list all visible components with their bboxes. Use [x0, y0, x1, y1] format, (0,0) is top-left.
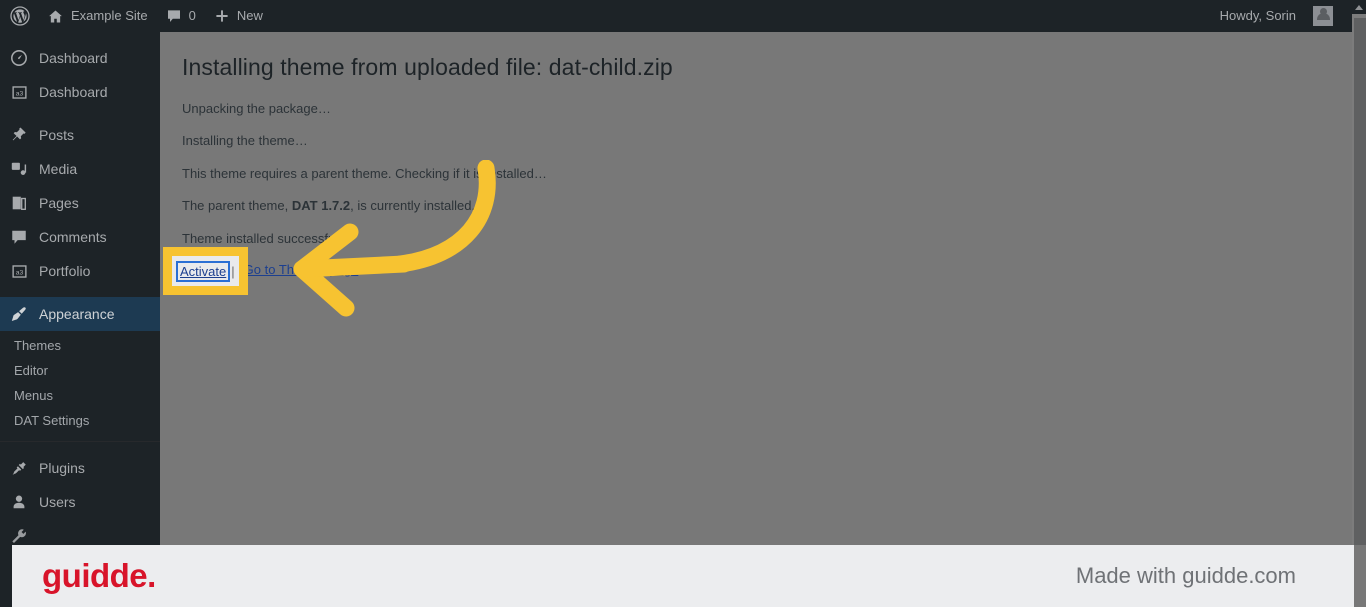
- sidebar-subitem-dat-settings[interactable]: DAT Settings: [0, 408, 160, 433]
- wordpress-logo-icon: [10, 6, 30, 26]
- sidebar-item-plugins[interactable]: Plugins: [0, 451, 160, 485]
- log-line-success: Theme installed successfully.: [182, 231, 351, 246]
- media-icon: [9, 159, 29, 179]
- activate-highlight-inner: Activate |: [172, 256, 239, 286]
- sidebar-subitem-themes[interactable]: Themes: [0, 333, 160, 358]
- admin-bar-left: Example Site 0 New: [0, 0, 272, 32]
- howdy-label: Howdy, Sorin: [1219, 8, 1296, 23]
- sidebar-item-label: Dashboard: [39, 84, 108, 100]
- log-line-unpacking: Unpacking the package…: [182, 101, 331, 116]
- sidebar-item-comments[interactable]: Comments: [0, 220, 160, 254]
- user-icon: [9, 492, 29, 512]
- new-content-menu[interactable]: New: [205, 0, 272, 32]
- admin-sidebar: Dashboard a3 Dashboard Posts Media Pages…: [0, 32, 168, 607]
- log-line-installing: Installing the theme…: [182, 133, 308, 148]
- activate-highlight-box: Activate |: [163, 247, 248, 295]
- svg-text:a3: a3: [15, 269, 23, 276]
- admin-bar: Example Site 0 New Howdy, Sorin: [0, 0, 1352, 32]
- log-line-parent-check: This theme requires a parent theme. Chec…: [182, 166, 547, 181]
- log-text-after: , is currently installed.: [350, 198, 476, 213]
- pin-icon: [9, 125, 29, 145]
- sidebar-item-label: Portfolio: [39, 263, 91, 279]
- sidebar-item-pages[interactable]: Pages: [0, 186, 160, 220]
- sidebar-divider-2: [0, 288, 160, 297]
- guidde-footer: guidde. Made with guidde.com: [12, 545, 1354, 607]
- sidebar-item-media[interactable]: Media: [0, 152, 160, 186]
- paintbrush-icon: [9, 304, 29, 324]
- home-icon: [47, 8, 64, 25]
- screen: Example Site 0 New Howdy, Sorin Dashboar…: [0, 0, 1366, 607]
- a3-block-icon: a3: [9, 82, 29, 102]
- guidde-logo: guidde.: [42, 557, 156, 594]
- activate-link-highlighted[interactable]: Activate: [175, 260, 231, 282]
- sidebar-subitem-editor[interactable]: Editor: [0, 358, 160, 383]
- user-avatar-icon: [1313, 6, 1333, 26]
- comment-bubble-icon: [166, 8, 182, 24]
- site-name-label: Example Site: [71, 8, 148, 23]
- dashboard-gauge-icon: [9, 48, 29, 68]
- made-with-guidde-label: Made with guidde.com: [1075, 563, 1296, 588]
- go-to-themes-link[interactable]: Go to Themes page: [244, 262, 359, 277]
- sidebar-item-label: Media: [39, 161, 78, 177]
- page-scrollbar[interactable]: [1352, 0, 1366, 545]
- scrollbar-thumb[interactable]: [1354, 18, 1366, 545]
- sidebar-item-posts[interactable]: Posts: [0, 118, 160, 152]
- parent-theme-version: DAT 1.7.2: [291, 198, 351, 213]
- sidebar-item-label: Appearance: [39, 306, 115, 322]
- sidebar-item-label: Dashboard: [39, 50, 108, 66]
- tools-wrench-icon: [9, 526, 29, 546]
- new-content-label: New: [236, 8, 263, 23]
- wordpress-logo-button[interactable]: [0, 0, 38, 32]
- page-title: Installing theme from uploaded file: dat…: [182, 54, 673, 80]
- sidebar-item-label: Comments: [39, 229, 107, 245]
- sidebar-item-dashboard-a3[interactable]: a3 Dashboard: [0, 75, 160, 109]
- main-content: Installing theme from uploaded file: dat…: [160, 32, 1352, 607]
- sidebar-item-appearance[interactable]: Appearance: [0, 297, 168, 331]
- sidebar-item-label: Plugins: [39, 460, 85, 476]
- svg-text:a3: a3: [15, 90, 23, 97]
- my-account-menu[interactable]: Howdy, Sorin: [1211, 0, 1342, 32]
- plus-icon: [214, 8, 230, 24]
- scroll-up-arrow-icon[interactable]: [1352, 0, 1366, 14]
- admin-bar-right: Howdy, Sorin: [1211, 0, 1352, 32]
- log-line-parent-installed: The parent theme, DAT 1.7.2, is currentl…: [182, 198, 475, 213]
- sidebar-item-dashboard[interactable]: Dashboard: [0, 41, 160, 75]
- sidebar-item-label: Posts: [39, 127, 75, 143]
- action-separator: |: [231, 263, 235, 279]
- a3-block-icon: a3: [9, 261, 29, 281]
- pages-icon: [9, 193, 29, 213]
- sidebar-item-users[interactable]: Users: [0, 485, 160, 519]
- comment-bubble-icon: [9, 227, 29, 247]
- site-name-menu[interactable]: Example Site: [38, 0, 157, 32]
- sidebar-top-spacer: [0, 32, 160, 41]
- sidebar-item-label: Users: [39, 494, 76, 510]
- sidebar-divider-1: [0, 109, 160, 118]
- comments-count: 0: [188, 8, 196, 23]
- sidebar-item-label: Pages: [39, 195, 79, 211]
- log-text-before: The parent theme,: [182, 198, 292, 213]
- appearance-submenu: Themes Editor Menus DAT Settings: [0, 331, 160, 441]
- sidebar-subitem-menus[interactable]: Menus: [0, 383, 160, 408]
- plug-icon: [9, 458, 29, 478]
- comments-menu[interactable]: 0: [157, 0, 205, 32]
- sidebar-item-portfolio[interactable]: a3 Portfolio: [0, 254, 160, 288]
